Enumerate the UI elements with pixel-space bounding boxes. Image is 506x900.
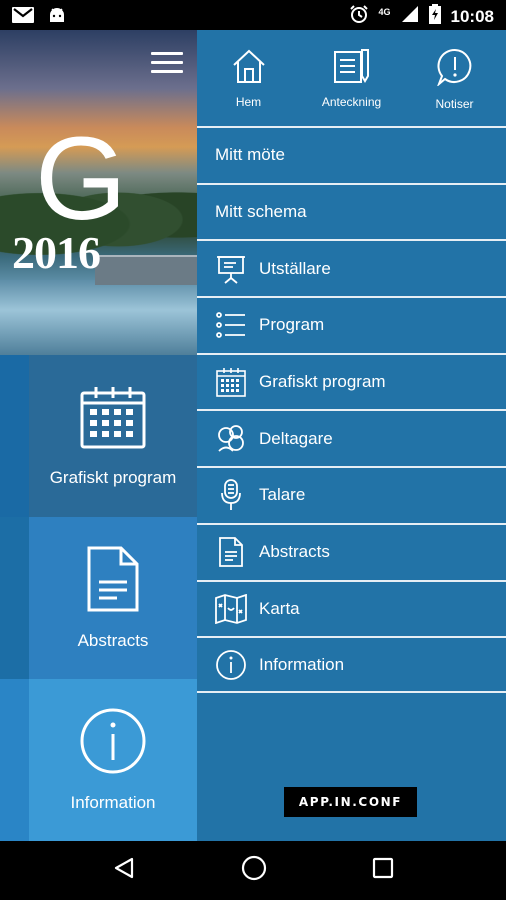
- powered-by-badge[interactable]: APP.IN.CONF: [284, 787, 417, 817]
- battery-charging-icon: [428, 4, 441, 29]
- tile-strip: [0, 355, 29, 517]
- system-nav-bar: [0, 841, 506, 900]
- menu-item-label: Mitt schema: [215, 202, 307, 222]
- status-bar: 4G 10:08: [0, 0, 506, 30]
- network-type: 4G: [378, 6, 391, 17]
- tile-label: Grafiskt program: [49, 467, 177, 487]
- recents-icon[interactable]: [372, 857, 394, 884]
- drawer-menu: Mitt möte Mitt schema Utställare Program…: [197, 126, 506, 693]
- conference-year: 2016: [12, 227, 101, 278]
- quick-action-label: Hem: [235, 95, 262, 109]
- menu-item-label: Karta: [259, 598, 300, 618]
- presentation-icon: [215, 253, 247, 285]
- tile-information[interactable]: Information: [29, 679, 197, 841]
- conference-logo: G: [35, 113, 127, 245]
- quick-action-label: Anteckning: [321, 95, 382, 109]
- menu-item-label: Abstracts: [259, 542, 330, 562]
- menu-item-label: Grafiskt program: [259, 372, 386, 392]
- quick-action-home[interactable]: Hem: [197, 30, 300, 126]
- gmail-icon: [12, 7, 34, 28]
- navigation-drawer: Hem Anteckning Notiser Mitt möte Mitt sc…: [197, 30, 506, 841]
- list-icon: [215, 309, 247, 341]
- alarm-icon: [349, 4, 369, 29]
- clock: 10:08: [450, 6, 494, 26]
- home-screen: G 2016 Grafiskt program Abstracts Inform…: [0, 30, 197, 841]
- menu-item-label: Program: [259, 315, 325, 335]
- menu-item-label: Utställare: [259, 258, 331, 278]
- info-icon: [215, 649, 247, 681]
- calendar-icon: [80, 385, 146, 454]
- quick-action-notifications[interactable]: Notiser: [403, 30, 506, 126]
- drawer-quick-actions: Hem Anteckning Notiser: [197, 30, 506, 126]
- signal-icon: [401, 5, 419, 28]
- tile-strip: [0, 517, 29, 679]
- menu-item-mitt-mote[interactable]: Mitt möte: [197, 126, 506, 183]
- menu-icon[interactable]: [151, 52, 183, 76]
- tile-label: Abstracts: [77, 630, 149, 650]
- menu-item-program[interactable]: Program: [197, 296, 506, 353]
- menu-item-grafiskt-program[interactable]: Grafiskt program: [197, 352, 506, 410]
- menu-item-label: Mitt möte: [215, 145, 285, 165]
- tile-label: Information: [70, 792, 156, 812]
- note-icon: [333, 48, 371, 89]
- menu-item-label: Deltagare: [259, 428, 333, 448]
- menu-item-label: Talare: [259, 485, 306, 505]
- back-icon[interactable]: [112, 856, 136, 885]
- tile-strip: [0, 679, 29, 841]
- info-icon: [80, 708, 146, 779]
- conference-banner: G 2016: [0, 30, 197, 355]
- android-icon: [48, 6, 66, 29]
- document-icon: [87, 546, 139, 617]
- banner-bridge: [95, 255, 197, 285]
- menu-item-utstallare[interactable]: Utställare: [197, 239, 506, 296]
- tile-abstracts[interactable]: Abstracts: [29, 517, 197, 679]
- calendar-icon: [215, 366, 247, 398]
- menu-item-abstracts[interactable]: Abstracts: [197, 522, 506, 580]
- banner-water: [0, 280, 197, 355]
- notification-icon: [436, 48, 474, 91]
- home-circle-icon[interactable]: [241, 855, 267, 886]
- people-icon: [215, 423, 247, 455]
- menu-item-mitt-schema[interactable]: Mitt schema: [197, 182, 506, 240]
- home-icon: [231, 48, 267, 89]
- document-icon: [215, 536, 247, 568]
- quick-action-label: Notiser: [435, 97, 474, 111]
- menu-item-deltagare[interactable]: Deltagare: [197, 409, 506, 466]
- menu-item-information[interactable]: Information: [197, 636, 506, 693]
- menu-item-label: Information: [259, 654, 345, 674]
- menu-item-karta[interactable]: Karta: [197, 579, 506, 637]
- microphone-icon: [215, 479, 247, 511]
- tile-grafiskt-program[interactable]: Grafiskt program: [29, 355, 197, 517]
- menu-item-talare[interactable]: Talare: [197, 466, 506, 523]
- map-icon: [215, 593, 247, 625]
- quick-action-note[interactable]: Anteckning: [300, 30, 403, 126]
